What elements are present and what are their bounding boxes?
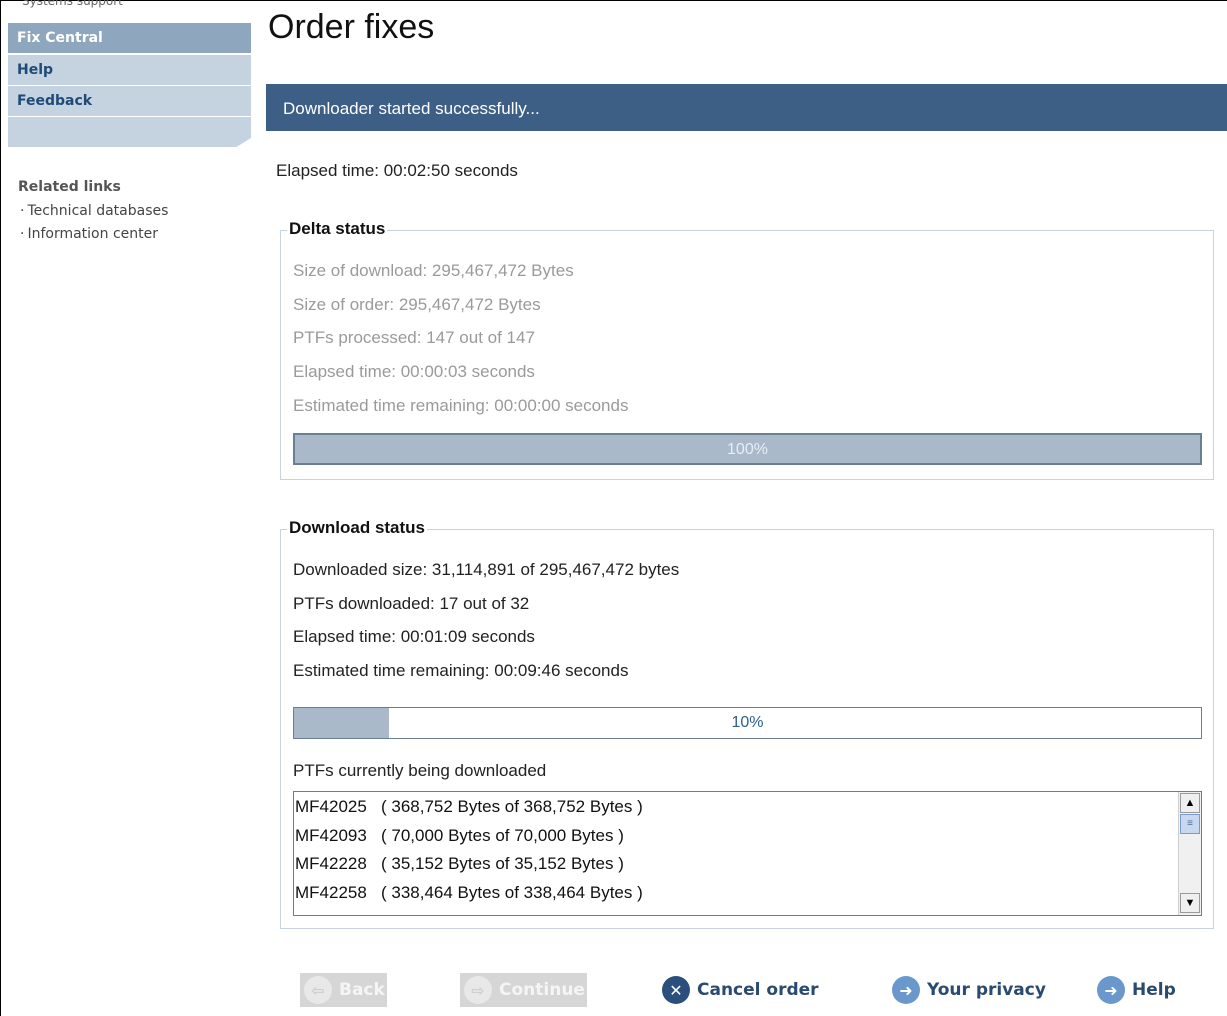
- delta-elapsed-time: Elapsed time: 00:00:03 seconds: [293, 362, 535, 381]
- delta-ptfs-processed: PTFs processed: 147 out of 147: [293, 328, 535, 347]
- back-button[interactable]: ⇦ Back: [300, 973, 387, 1007]
- bullet-icon: ·: [20, 203, 25, 219]
- arrow-right-icon: ➜: [892, 976, 920, 1004]
- scroll-down-icon[interactable]: ▼: [1180, 893, 1200, 913]
- download-status-heading: Download status: [287, 518, 428, 538]
- window-left-border: [0, 0, 1, 1016]
- ptfs-downloaded: PTFs downloaded: 17 out of 32: [293, 594, 530, 613]
- delta-download-size: Size of download: 295,467,472 Bytes: [293, 261, 574, 280]
- list-scrollbar[interactable]: ▲ ≡ ▼: [1178, 792, 1201, 915]
- related-links-heading: Related links: [18, 179, 121, 195]
- delta-progress-label: 100%: [727, 441, 768, 458]
- arrow-right-icon: ➜: [1097, 976, 1125, 1004]
- download-status-panel: Download status Downloaded size: 31,114,…: [280, 518, 1214, 929]
- related-link-label: Information center: [27, 226, 158, 242]
- delta-time-remaining: Estimated time remaining: 00:00:00 secon…: [293, 396, 629, 415]
- cancel-order-button[interactable]: ✕ Cancel order: [662, 973, 819, 1007]
- list-item[interactable]: MF42093 ( 70,000 Bytes of 70,000 Bytes ): [295, 826, 624, 846]
- delta-progress-bar: 100%: [293, 433, 1202, 465]
- scroll-thumb[interactable]: ≡: [1180, 814, 1200, 834]
- download-time-remaining: Estimated time remaining: 00:09:46 secon…: [293, 661, 629, 680]
- download-elapsed-time: Elapsed time: 00:01:09 seconds: [293, 627, 535, 646]
- scroll-up-icon[interactable]: ▲: [1180, 793, 1200, 813]
- related-link-information-center[interactable]: · Information center: [20, 226, 158, 242]
- ptf-list-label: PTFs currently being downloaded: [293, 761, 547, 780]
- cancel-order-label: Cancel order: [697, 980, 819, 1000]
- sidebar-nav-end: [8, 117, 251, 147]
- status-banner: Downloader started successfully...: [266, 84, 1227, 131]
- related-link-technical-databases[interactable]: · Technical databases: [20, 203, 168, 219]
- sidebar: Systems support Fix Central Help Feedbac…: [8, 0, 251, 1016]
- sidebar-crumb-fragment[interactable]: Systems support: [22, 0, 123, 8]
- arrow-left-icon: ⇦: [304, 976, 332, 1004]
- your-privacy-link[interactable]: ➜ Your privacy: [892, 973, 1046, 1007]
- ptf-list[interactable]: MF42025 ( 368,752 Bytes of 368,752 Bytes…: [293, 791, 1202, 916]
- continue-button-label: Continue: [499, 980, 585, 1000]
- arrow-right-icon: ⇨: [464, 976, 492, 1004]
- list-item[interactable]: MF42258 ( 338,464 Bytes of 338,464 Bytes…: [295, 883, 643, 903]
- bullet-icon: ·: [20, 226, 25, 242]
- help-label: Help: [1132, 980, 1176, 1000]
- delta-order-size: Size of order: 295,467,472 Bytes: [293, 295, 541, 314]
- related-link-label: Technical databases: [27, 203, 169, 219]
- close-icon: ✕: [662, 976, 690, 1004]
- total-elapsed-time: Elapsed time: 00:02:50 seconds: [276, 161, 518, 180]
- downloaded-size: Downloaded size: 31,114,891 of 295,467,4…: [293, 560, 680, 579]
- list-item[interactable]: MF42228 ( 35,152 Bytes of 35,152 Bytes ): [295, 854, 624, 874]
- list-item[interactable]: MF42025 ( 368,752 Bytes of 368,752 Bytes…: [295, 797, 643, 817]
- delta-status-panel: Delta status Size of download: 295,467,4…: [280, 219, 1214, 480]
- sidebar-item-fix-central[interactable]: Fix Central: [8, 23, 251, 53]
- your-privacy-label: Your privacy: [927, 980, 1046, 1000]
- sidebar-item-feedback[interactable]: Feedback: [8, 86, 251, 116]
- page-title: Order fixes: [268, 8, 435, 46]
- download-progress-label: 10%: [731, 714, 764, 731]
- delta-status-heading: Delta status: [287, 219, 388, 239]
- help-link[interactable]: ➜ Help: [1097, 973, 1176, 1007]
- continue-button[interactable]: ⇨ Continue: [460, 973, 587, 1007]
- sidebar-item-help[interactable]: Help: [8, 55, 251, 85]
- back-button-label: Back: [339, 980, 385, 1000]
- download-progress-bar: 10%: [293, 707, 1202, 739]
